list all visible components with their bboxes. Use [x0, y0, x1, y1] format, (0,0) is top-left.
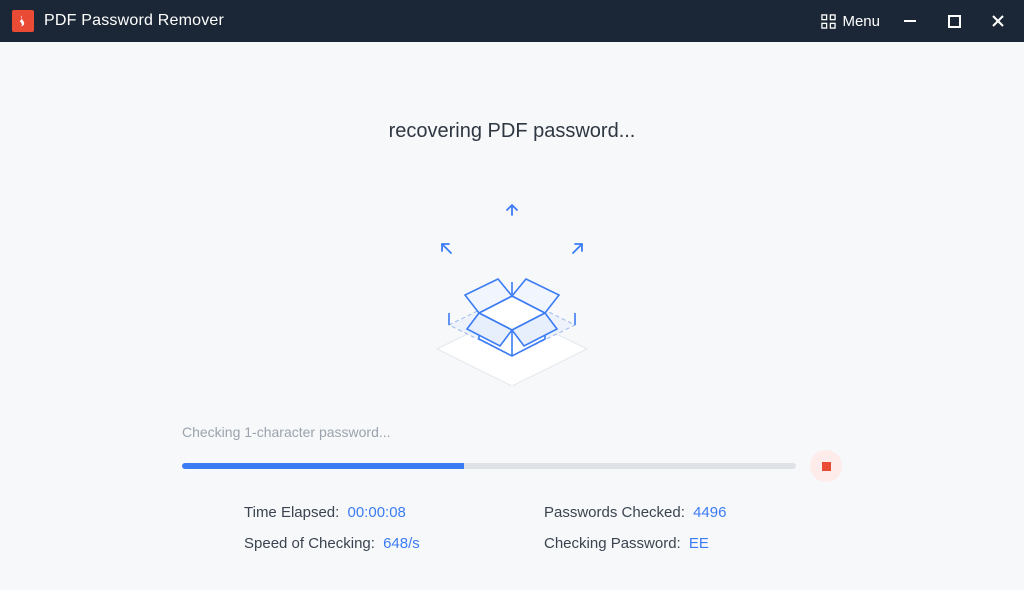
arrow-up-right-icon — [569, 239, 587, 257]
speed-value: 648/s — [383, 535, 420, 552]
app-logo-icon — [12, 10, 34, 32]
close-icon — [991, 14, 1005, 28]
current-password-label: Checking Password: — [544, 535, 681, 552]
maximize-button[interactable] — [946, 13, 962, 29]
arrow-up-icon — [504, 201, 520, 217]
titlebar: PDF Password Remover Menu — [0, 0, 1024, 42]
app-title: PDF Password Remover — [44, 12, 224, 30]
speed-label: Speed of Checking: — [244, 535, 375, 552]
progress-bar — [182, 463, 796, 469]
stat-passwords-checked: Passwords Checked: 4496 — [544, 504, 834, 521]
box-icon — [407, 201, 617, 386]
menu-button[interactable]: Menu — [821, 13, 880, 30]
current-password-value: EE — [689, 535, 709, 552]
unpacking-illustration — [407, 201, 617, 386]
time-elapsed-value: 00:00:08 — [348, 504, 406, 521]
status-heading: recovering PDF password... — [389, 120, 636, 143]
grid-icon — [821, 14, 836, 29]
time-elapsed-label: Time Elapsed: — [244, 504, 339, 521]
menu-label: Menu — [842, 13, 880, 30]
maximize-icon — [948, 15, 961, 28]
passwords-checked-label: Passwords Checked: — [544, 504, 685, 521]
stop-button[interactable] — [810, 450, 842, 482]
minimize-button[interactable] — [902, 13, 918, 29]
minimize-icon — [903, 14, 917, 28]
content-area: recovering PDF password... — [0, 42, 1024, 590]
progress-section: Checking 1-character password... Time El… — [182, 424, 842, 552]
passwords-checked-value: 4496 — [693, 504, 726, 521]
stat-time-elapsed: Time Elapsed: 00:00:08 — [244, 504, 534, 521]
stat-current-password: Checking Password: EE — [544, 535, 834, 552]
close-button[interactable] — [990, 13, 1006, 29]
app-window: PDF Password Remover Menu recovering PD — [0, 0, 1024, 590]
progress-status-text: Checking 1-character password... — [182, 424, 842, 440]
stat-speed: Speed of Checking: 648/s — [244, 535, 534, 552]
stop-icon — [822, 462, 831, 471]
progress-bar-fill — [182, 463, 464, 469]
arrow-up-left-icon — [437, 239, 455, 257]
stats-grid: Time Elapsed: 00:00:08 Passwords Checked… — [182, 504, 842, 552]
